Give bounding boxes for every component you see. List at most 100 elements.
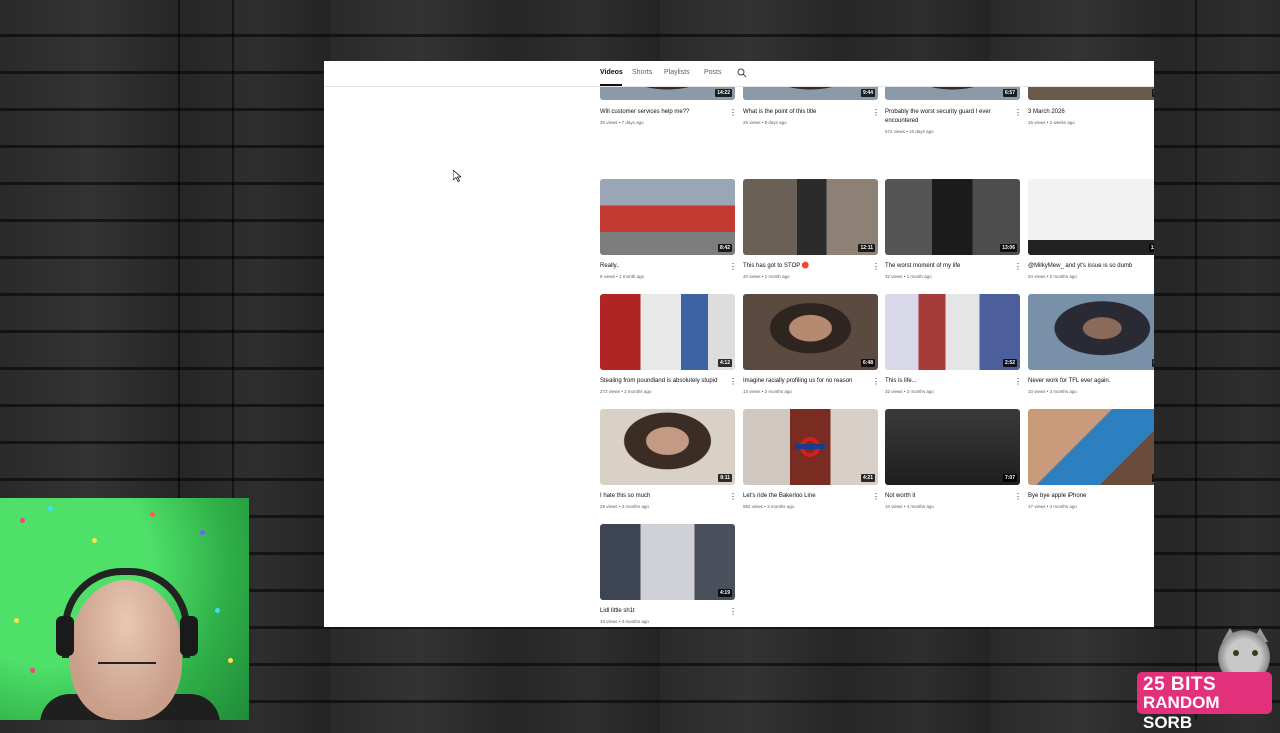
video-title[interactable]: Never work for TFL ever again.	[1028, 377, 1152, 385]
video-thumbnail[interactable]: 6:	[1028, 294, 1154, 370]
video-thumbnail[interactable]: 3:	[1028, 409, 1154, 485]
video-card[interactable]: 4:21 Let's ride the Bakerloo Line 582 view…	[743, 409, 880, 509]
video-duration: 4:21	[860, 474, 875, 482]
video-title[interactable]: Probably the worst security guard I ever	[885, 108, 1009, 116]
video-duration: 14:22	[715, 89, 732, 97]
video-card[interactable]: 13:06 The worst moment of my life 32 views…	[885, 179, 1022, 279]
tab-posts[interactable]: Posts	[704, 69, 722, 76]
video-title[interactable]: Not worth it	[885, 492, 1009, 500]
video-duration: 6:	[1151, 359, 1154, 367]
more-options-icon[interactable]: ⋮	[1014, 109, 1022, 118]
more-options-icon[interactable]: ⋮	[729, 378, 737, 387]
more-options-icon[interactable]: ⋮	[872, 263, 880, 272]
glasses	[98, 662, 156, 676]
video-meta: 582 views • 3 months ago	[743, 504, 795, 509]
video-thumbnail[interactable]: 2:52	[885, 294, 1020, 370]
video-card[interactable]: 12: @MilkyMew_ and yt's issue is so dumb 3…	[1028, 179, 1154, 279]
video-thumbnail[interactable]: 4:21	[743, 409, 878, 485]
video-meta: 13 views • 2 months ago	[743, 389, 792, 394]
video-duration: 5:	[1151, 89, 1154, 97]
video-card[interactable]: 8:11 I hate this so much 25 views • 3 mont…	[600, 409, 737, 509]
video-thumbnail[interactable]: 12:	[1028, 179, 1154, 255]
video-card[interactable]: 6: Never work for TFL ever again. 10 views…	[1028, 294, 1154, 394]
video-title[interactable]: Lidl little sh1t	[600, 607, 724, 615]
video-duration: 2:52	[1002, 359, 1017, 367]
video-duration: 6:48	[860, 359, 875, 367]
video-thumbnail[interactable]: 8:11	[600, 409, 735, 485]
video-title[interactable]: This has got to STOP 🛑	[743, 262, 867, 270]
video-meta: 40 views • 1 month ago	[743, 274, 790, 279]
video-meta: 25 views • 8 days ago	[743, 120, 787, 125]
more-options-icon[interactable]: ⋮	[729, 109, 737, 118]
more-options-icon[interactable]: ⋮	[1014, 378, 1022, 387]
video-duration: 4:19	[717, 589, 732, 597]
more-options-icon[interactable]: ⋮	[1014, 493, 1022, 502]
video-duration: 6:57	[1002, 89, 1017, 97]
more-options-icon[interactable]: ⋮	[872, 378, 880, 387]
video-title-line-2[interactable]: encountered	[885, 117, 1009, 125]
video-thumbnail[interactable]: 4:12	[600, 294, 735, 370]
video-card[interactable]: 4:12 Stealing from poundland is absolutel…	[600, 294, 737, 394]
tab-shorts[interactable]: Shorts	[632, 69, 652, 76]
video-meta: 10 views • 3 months ago	[1028, 389, 1077, 394]
video-duration: 3:	[1151, 474, 1154, 482]
video-thumbnail[interactable]: 7:07	[885, 409, 1020, 485]
video-title[interactable]: @MilkyMew_ and yt's issue is so dumb	[1028, 262, 1152, 270]
more-options-icon[interactable]: ⋮	[872, 109, 880, 118]
more-options-icon[interactable]: ⋮	[729, 493, 737, 502]
webcam-overlay	[0, 498, 249, 720]
video-title[interactable]: Stealing from poundland is absolutely st…	[600, 377, 724, 385]
video-meta: 25 views • 3 months ago	[600, 504, 649, 509]
video-title[interactable]: Let's ride the Bakerloo Line	[743, 492, 867, 500]
video-meta: 273 views • 2 months ago	[600, 389, 652, 394]
video-meta: 32 views • 2 months ago	[885, 389, 934, 394]
video-duration: 8:11	[718, 474, 732, 482]
search-icon[interactable]	[737, 68, 747, 78]
cat-eye-left	[1233, 650, 1239, 656]
video-meta: 10 views • 4 months ago	[885, 504, 934, 509]
video-meta: 47 views • 4 months ago	[1028, 504, 1077, 509]
video-meta: 8 views • 1 month ago	[600, 274, 645, 279]
video-title[interactable]: 3 March 2026	[1028, 108, 1152, 116]
tab-playlists[interactable]: Playlists	[664, 69, 690, 76]
more-options-icon[interactable]: ⋮	[1014, 263, 1022, 272]
video-duration: 12:	[1148, 244, 1154, 252]
stream-brand-badge: 25 BITS RANDOM SORB	[1137, 672, 1272, 732]
video-duration: 12:11	[858, 244, 875, 252]
browser-page: Videos Shorts Playlists Posts 14:22 Will …	[324, 61, 1154, 627]
video-card[interactable]: 7:07 Not worth it 10 views • 4 months ago ⋮	[885, 409, 1022, 509]
video-thumbnail[interactable]: 8:42	[600, 179, 735, 255]
cat-mascot	[1214, 626, 1274, 678]
video-card[interactable]: 12:11 This has got to STOP 🛑 40 views • 1 …	[743, 179, 880, 279]
video-card[interactable]: 2:52 This is life... 32 views • 2 months a…	[885, 294, 1022, 394]
video-thumbnail[interactable]: 6:48	[743, 294, 878, 370]
video-title[interactable]: Imagine racially profiling us for no rea…	[743, 377, 867, 385]
underground-bar-icon	[795, 444, 825, 449]
video-title[interactable]: Really..	[600, 262, 724, 270]
tab-videos[interactable]: Videos	[600, 69, 623, 76]
video-title[interactable]: Will customer services help me??	[600, 108, 724, 116]
video-card[interactable]: 8:42 Really.. 8 views • 1 month ago ⋮	[600, 179, 737, 279]
video-meta: 32 views • 1 month ago	[885, 274, 932, 279]
video-card[interactable]: 3: Bye bye apple iPhone 47 views • 4 month…	[1028, 409, 1154, 509]
video-title[interactable]: This is life...	[885, 377, 1009, 385]
video-card[interactable]: 4:19 Lidl little sh1t 33 views • 4 months …	[600, 524, 737, 624]
more-options-icon[interactable]: ⋮	[729, 263, 737, 272]
video-title[interactable]: What is the point of this title	[743, 108, 867, 116]
video-thumbnail[interactable]: 4:19	[600, 524, 735, 600]
mouse-cursor-icon	[453, 170, 461, 182]
channel-tabs: Videos Shorts Playlists Posts	[324, 61, 1154, 87]
video-thumbnail[interactable]: 13:06	[885, 179, 1020, 255]
video-duration: 7:07	[1002, 474, 1017, 482]
more-options-icon[interactable]: ⋮	[729, 608, 737, 617]
video-duration: 9:44	[860, 89, 875, 97]
more-options-icon[interactable]: ⋮	[872, 493, 880, 502]
video-title[interactable]: Bye bye apple iPhone	[1028, 492, 1152, 500]
video-card[interactable]: 6:48 Imagine racially profiling us for no…	[743, 294, 880, 394]
video-title[interactable]: The worst moment of my life	[885, 262, 1009, 270]
video-thumbnail[interactable]: 12:11	[743, 179, 878, 255]
video-duration: 13:06	[1000, 244, 1017, 252]
video-meta: 16 views • 2 weeks ago	[1028, 120, 1075, 125]
headphone-ear-left	[56, 616, 74, 656]
video-title[interactable]: I hate this so much	[600, 492, 724, 500]
